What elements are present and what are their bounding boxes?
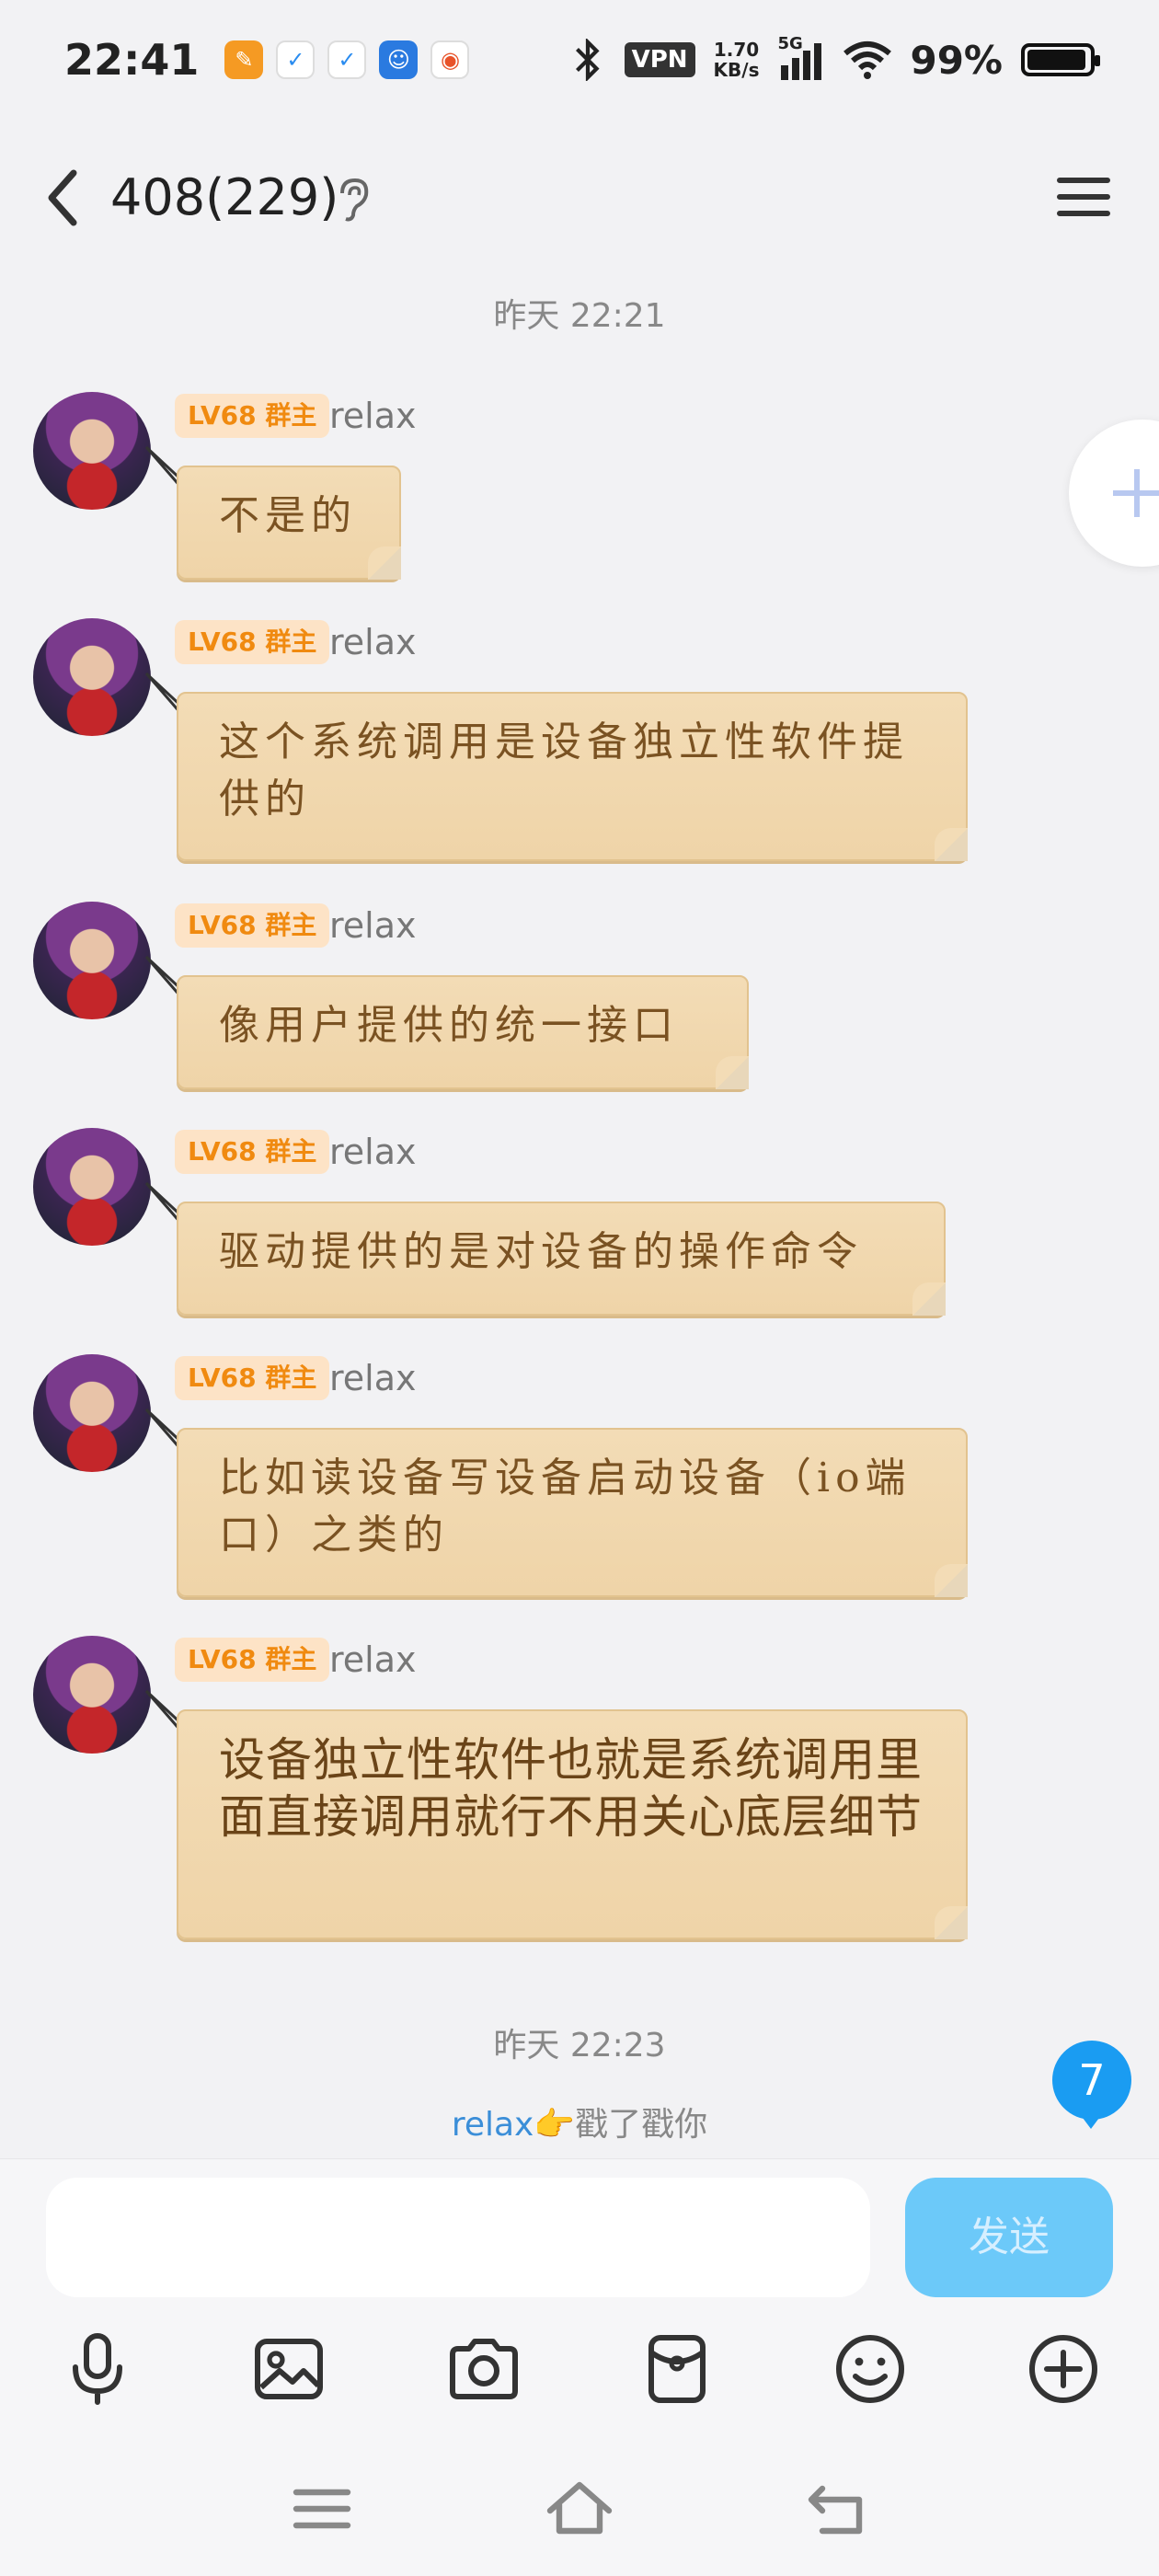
menu-icon[interactable] xyxy=(1054,167,1113,226)
battery-icon xyxy=(1021,43,1100,76)
plus-icon xyxy=(1113,469,1159,517)
microphone-icon[interactable] xyxy=(59,2330,136,2408)
timestamp: 昨天 22:21 xyxy=(493,297,666,335)
back-arrow-icon[interactable] xyxy=(37,166,92,230)
ear-icon[interactable] xyxy=(335,177,372,223)
avatar[interactable] xyxy=(33,1128,151,1246)
emoji-icon[interactable] xyxy=(832,2330,909,2408)
back-icon[interactable] xyxy=(800,2472,874,2546)
shield-notification-icon: ☺ xyxy=(379,40,419,79)
sender-name: relax xyxy=(329,1132,417,1172)
level-badge: LV68 群主 xyxy=(175,394,330,438)
message-text: 像用户提供的统一接口 xyxy=(219,1002,679,1049)
sender-name: relax xyxy=(329,905,417,946)
message-text: 比如读设备写设备启动设备（io端口）之类的 xyxy=(219,1455,912,1558)
status-time: 22:41 xyxy=(64,35,200,85)
check-notification-icon: ✓ xyxy=(276,40,316,79)
message-bubble[interactable]: 设备独立性软件也就是系统调用里面直接调用就行不用关心底层细节 xyxy=(177,1709,968,1939)
sender-name: relax xyxy=(329,622,417,662)
notification-icons: ✎ ✓ ✓ ☺ ◉ xyxy=(224,40,470,79)
sender-name: relax xyxy=(329,396,417,436)
message-bubble[interactable]: 不是的 xyxy=(177,466,401,580)
avatar[interactable] xyxy=(33,1636,151,1754)
poke-notice: relax👉戳了戳你 xyxy=(0,2098,1159,2145)
chat-header: 408(229) xyxy=(0,147,1159,248)
avatar[interactable] xyxy=(33,902,151,1019)
poke-sender[interactable]: relax xyxy=(452,2106,534,2144)
level-badge: LV68 群主 xyxy=(175,1356,330,1400)
system-nav-bar xyxy=(0,2472,1159,2564)
send-button[interactable]: 发送 xyxy=(905,2178,1113,2297)
avatar[interactable] xyxy=(33,1354,151,1472)
level-badge: LV68 群主 xyxy=(175,1130,330,1174)
level-badge: LV68 群主 xyxy=(175,903,330,948)
floating-add-button[interactable] xyxy=(1069,420,1159,567)
app-notification-icon: ✎ xyxy=(224,40,264,79)
unread-count-badge[interactable]: 7 xyxy=(1052,2041,1131,2129)
home-icon[interactable] xyxy=(543,2472,616,2546)
message-bubble[interactable]: 这个系统调用是设备独立性软件提供的 xyxy=(177,692,968,861)
message-text: 这个系统调用是设备独立性软件提供的 xyxy=(219,719,909,822)
level-badge: LV68 群主 xyxy=(175,1638,330,1682)
battery-percent: 99% xyxy=(910,37,1003,83)
message-bubble[interactable]: 比如读设备写设备启动设备（io端口）之类的 xyxy=(177,1428,968,1597)
message-text: 驱动提供的是对设备的操作命令 xyxy=(219,1228,863,1275)
timestamp: 昨天 22:23 xyxy=(493,2027,666,2064)
red-packet-icon[interactable] xyxy=(638,2330,716,2408)
game-notification-icon: ◉ xyxy=(430,40,470,79)
cell-signal-icon: 5G xyxy=(777,34,825,80)
poke-text: 戳了戳你 xyxy=(575,2106,708,2144)
level-badge: LV68 群主 xyxy=(175,620,330,664)
sender-name: relax xyxy=(329,1639,417,1680)
input-area: 发送 xyxy=(0,2158,1159,2576)
avatar[interactable] xyxy=(33,392,151,510)
sender-name: relax xyxy=(329,1358,417,1398)
vpn-indicator: VPN xyxy=(624,42,695,77)
chat-title: 408(229) xyxy=(110,168,339,226)
message-text: 设备独立性软件也就是系统调用里面直接调用就行不用关心底层细节 xyxy=(219,1733,923,1844)
plus-circle-icon[interactable] xyxy=(1025,2330,1102,2408)
image-icon[interactable] xyxy=(250,2330,327,2408)
message-input[interactable] xyxy=(46,2178,870,2297)
bluetooth-icon xyxy=(575,39,600,81)
check-notification-icon: ✓ xyxy=(327,40,367,79)
message-bubble[interactable]: 像用户提供的统一接口 xyxy=(177,975,749,1089)
input-toolbar xyxy=(0,2330,1159,2422)
avatar[interactable] xyxy=(33,618,151,736)
status-bar: 22:41 ✎ ✓ ✓ ☺ ◉ VPN 1.70 KB/s 5G 99% xyxy=(0,0,1159,120)
pointing-hand-icon: 👉 xyxy=(534,2106,576,2144)
menu-icon[interactable] xyxy=(285,2472,359,2546)
network-speed: 1.70 KB/s xyxy=(713,39,760,81)
message-text: 不是的 xyxy=(219,492,357,539)
camera-icon[interactable] xyxy=(445,2330,522,2408)
message-bubble[interactable]: 驱动提供的是对设备的操作命令 xyxy=(177,1202,946,1316)
wifi-icon xyxy=(843,41,892,79)
